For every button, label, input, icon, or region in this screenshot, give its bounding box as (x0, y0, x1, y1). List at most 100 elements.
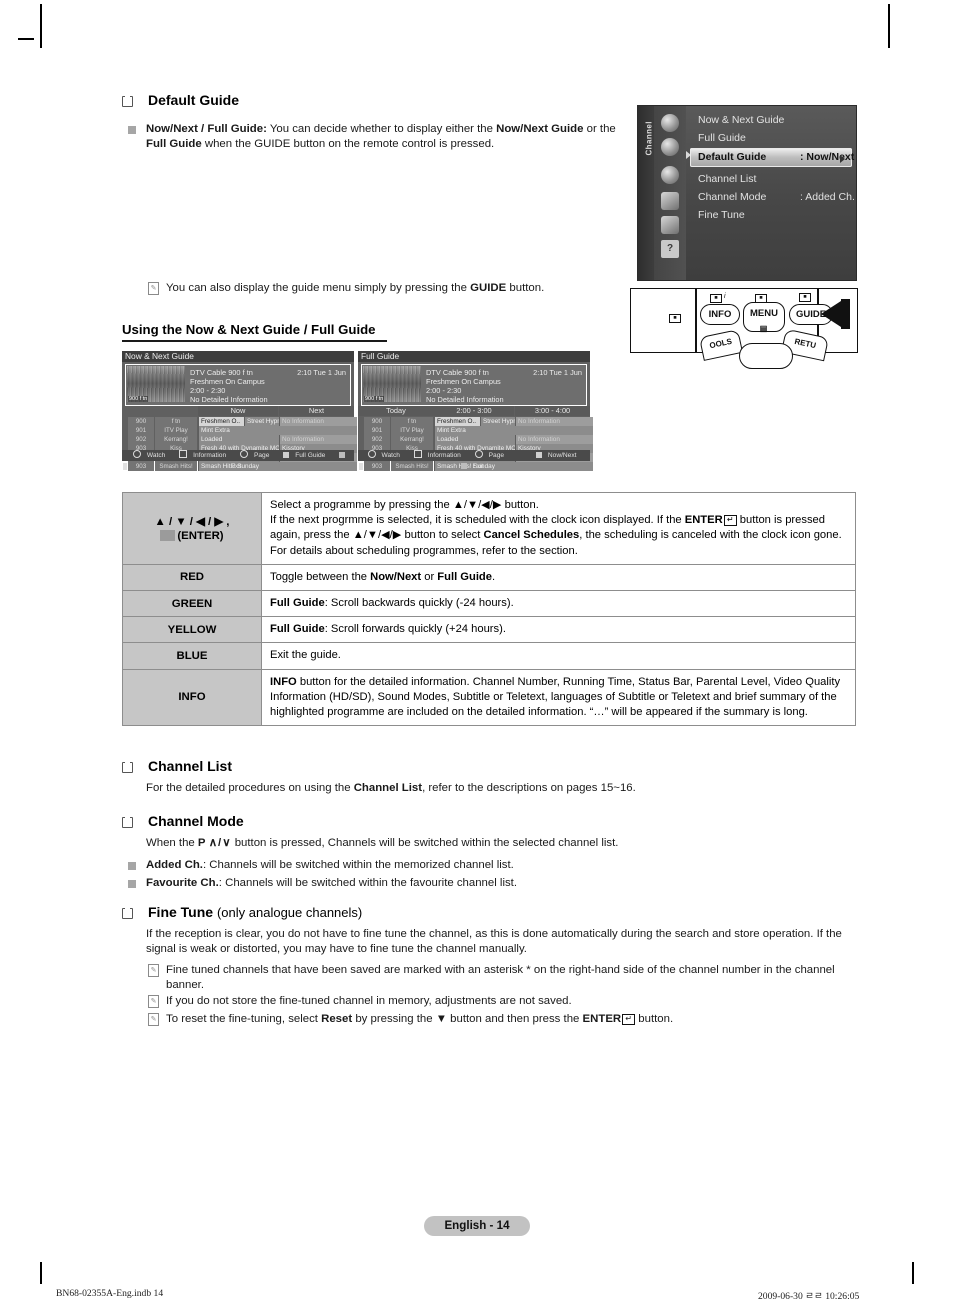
fine-tune-note-1-text: Fine tuned channels that have been saved… (166, 964, 835, 992)
bullet-tail: when the GUIDE button on the remote cont… (201, 138, 495, 151)
fine-tune-note-3: ✎ To reset the fine-tuning, select Reset… (148, 1012, 848, 1027)
channel-list-title: Channel List (148, 758, 233, 774)
table-row[interactable]: 902 Kerrang! Loaded No Information (122, 435, 357, 444)
bullet-bold-now-next: Now/Next Guide (496, 123, 584, 135)
tools-button[interactable]: OOLS (698, 329, 744, 361)
key-cell-green: GREEN (122, 590, 262, 618)
row-programme-slot1[interactable]: Mint Extra (434, 426, 593, 435)
table-row[interactable]: 900 f tn Freshmen O.. Street Hypn.. No I… (122, 417, 357, 426)
row-programme-next[interactable]: No Information (279, 435, 357, 444)
footer-item-watch[interactable]: Watch (132, 450, 169, 459)
footer-item-watch[interactable]: Watch (367, 450, 404, 459)
fine-tune-note-1: ✎ Fine tuned channels that have been sav… (148, 963, 848, 994)
channel-list-body: For the detailed procedures on using the… (146, 781, 846, 796)
footer-label: Now/Next (547, 452, 577, 459)
column-header-today: Today (358, 406, 434, 416)
preview-thumbnail: 900 f tn (127, 366, 185, 402)
section-channel-list: Channel List (122, 758, 852, 774)
column-header-slot2: 3:00 - 4:00 (515, 406, 590, 416)
enter-glyph-icon: ↵ (622, 1014, 636, 1025)
osd-item-value: : Added Ch. (800, 191, 855, 203)
desc-enter-bold: ENTER (684, 514, 723, 527)
grey-square-bullet-icon (128, 880, 136, 888)
return-button-label: RETU (793, 336, 817, 351)
fine-tune-title-wrap: Fine Tune (only analogue channels) (148, 904, 852, 921)
navigation-wheel[interactable] (739, 343, 793, 369)
info-channel: DTV Cable 900 f tn (190, 368, 253, 377)
section-channel-mode: Channel Mode (122, 813, 852, 829)
footer-label: Exit (472, 463, 484, 470)
row-programme-now[interactable]: Mint Extra (198, 426, 357, 435)
row-programme-now[interactable]: Freshmen O.. (198, 417, 247, 426)
row-programme-now[interactable]: Smash Hits! Sunday (198, 462, 357, 471)
section-bullet-icon (122, 906, 133, 919)
footer-label: Watch (146, 452, 166, 459)
table-row-info: INFO INFO button for the detailed inform… (122, 668, 856, 727)
pointer-arrow-bar-icon (841, 299, 850, 329)
footer-item-exit[interactable]: Exit (460, 463, 488, 470)
row-programme-next[interactable]: No Information (279, 417, 357, 426)
desc-bold-full-guide: Full Guide (270, 623, 325, 636)
section-default-guide: Default Guide (122, 92, 622, 108)
table-row[interactable]: 901 ITV Play Mint Extra (122, 426, 357, 435)
table-row-green: GREEN Full Guide: Scroll backwards quick… (122, 590, 856, 618)
desc-cell-blue: Exit the guide. (261, 642, 856, 670)
arrow-keys-label: ▲ / ▼ / ◀ / ▶ , (154, 516, 230, 529)
cl-post: , refer to the descriptions on pages 15~… (422, 782, 636, 794)
footer-label: Exit (230, 463, 242, 470)
footer-item-full-guide[interactable]: Full Guide (283, 452, 329, 459)
cm-pre: When the (146, 837, 198, 849)
osd-item-fine-tune[interactable]: Fine Tune (690, 207, 852, 224)
info-button[interactable]: INFO (700, 304, 740, 325)
footer-item-information[interactable]: Information (179, 450, 230, 459)
guide-footer-bar: Watch Information Page Now/Next Exit (358, 450, 590, 470)
osd-item-channel-mode[interactable]: Channel Mode : Added Ch. (690, 189, 855, 206)
cm-post: button is pressed, Channels will be swit… (231, 837, 619, 849)
crop-mark-left (18, 38, 34, 40)
footer-item-page[interactable]: Page (239, 450, 273, 459)
footer-item-page[interactable]: Page (474, 450, 508, 459)
row-channel-number: 903 (364, 462, 390, 471)
enter-glyph-icon: ↵ (723, 515, 737, 527)
cm-key-p: P (197, 837, 206, 849)
table-row[interactable]: 902 Kerrang! Loaded No Information (358, 435, 593, 444)
grey-square-bullet-icon (128, 862, 136, 870)
row-channel-number: 902 (364, 435, 390, 444)
footer-label: Information (193, 452, 227, 459)
row-programme-slot1[interactable]: Loaded (434, 435, 517, 444)
footer-item-information[interactable]: Information (413, 450, 465, 459)
info-button-label: INFO (708, 309, 732, 320)
row-channel-number: 902 (128, 435, 154, 444)
row-channel-number: 901 (128, 426, 154, 435)
osd-item-full-guide[interactable]: Full Guide (690, 130, 852, 147)
osd-item-default-guide[interactable]: Default Guide : Now/Next (690, 148, 854, 167)
table-row[interactable]: 900 f tn Freshmen O.. Street Hypn.. No I… (358, 417, 593, 426)
row-channel-name: f tn (391, 417, 433, 426)
row-programme-slot2[interactable]: No Information (515, 417, 593, 426)
desc-cell-red: Toggle between the Now/Next or Full Guid… (261, 563, 856, 592)
osd-item-label: Now & Next Guide (698, 114, 785, 126)
row-programme-slot1[interactable]: Freshmen O.. (434, 417, 483, 426)
fine-tune-subtitle: (only analogue channels) (216, 905, 363, 920)
osd-item-now-next-guide[interactable]: Now & Next Guide (690, 112, 852, 129)
bullet-bold-full-guide: Full Guide (146, 138, 202, 151)
table-row[interactable]: 901 ITV Play Mint Extra (358, 426, 593, 435)
guide-body: 900 f tn DTV Cable 900 f tn 2:10 Tue 1 J… (122, 362, 357, 471)
heading-underline (122, 340, 387, 342)
channel-mode-item-added: Added Ch.: Channels will be switched wit… (128, 858, 828, 873)
channel-mode-title: Channel Mode (148, 813, 244, 829)
row-programme-now[interactable]: Loaded (198, 435, 281, 444)
section-bullet-icon (122, 760, 133, 773)
row-programme-slot1b[interactable]: Street Hypn.. (480, 417, 517, 426)
desc-line-2: If the next progrmme is selected, it is … (270, 513, 847, 543)
remote-edge-left (695, 289, 697, 352)
info-programme: Freshmen On Campus (426, 377, 501, 386)
osd-item-channel-list[interactable]: Channel List (690, 171, 852, 188)
info-clock: 2:10 Tue 1 Jun (533, 368, 582, 377)
footer-item-now-next[interactable]: Now/Next (535, 452, 581, 459)
info-italic-i-glyph: i (724, 293, 726, 300)
row-channel-name: f tn (155, 417, 197, 426)
row-programme-slot2[interactable]: No Information (515, 435, 593, 444)
menu-button[interactable]: MENU ▤ (743, 302, 785, 333)
row-programme-now2[interactable]: Street Hypn.. (244, 417, 281, 426)
